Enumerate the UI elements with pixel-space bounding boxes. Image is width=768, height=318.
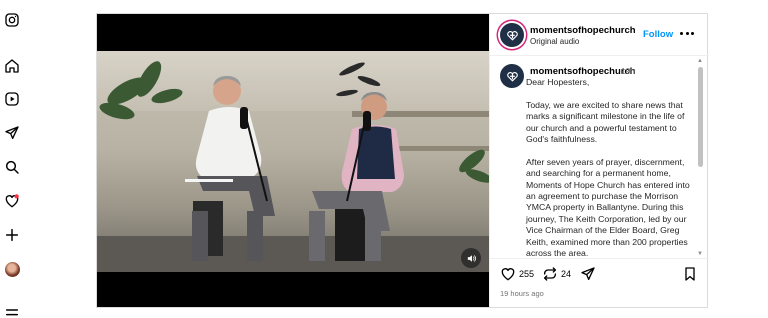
author-username[interactable]: momentsofhopechurch [530, 25, 636, 36]
scroll-down-arrow-icon[interactable]: ▼ [697, 251, 703, 257]
video-player[interactable] [97, 14, 489, 307]
repost-icon[interactable] [542, 266, 558, 282]
scroll-up-arrow-icon[interactable]: ▲ [697, 58, 703, 64]
left-nav [0, 0, 26, 318]
post-age[interactable]: 19h [621, 66, 635, 76]
profile-avatar-image [4, 261, 20, 277]
follow-button[interactable]: Follow [643, 29, 673, 40]
save-icon[interactable] [682, 266, 698, 282]
menu-icon[interactable] [3, 303, 21, 318]
create-icon[interactable] [3, 226, 21, 244]
notification-dot [14, 194, 19, 199]
search-icon[interactable] [3, 158, 21, 176]
like-icon[interactable] [500, 266, 516, 282]
caption-scrollbar[interactable]: ▲ ▼ [697, 58, 703, 257]
repost-count[interactable]: 24 [561, 269, 571, 279]
like-count[interactable]: 255 [519, 269, 534, 279]
instagram-icon[interactable] [3, 11, 21, 29]
share-icon[interactable] [580, 266, 596, 282]
speaker-icon [467, 254, 476, 262]
mute-toggle-button[interactable] [461, 248, 481, 268]
more-options-icon[interactable] [680, 27, 694, 39]
post-actions: 255 24 19 hours ago [490, 258, 709, 307]
audio-label[interactable]: Original audio [530, 37, 579, 46]
post-timestamp[interactable]: 19 hours ago [500, 289, 544, 298]
home-icon[interactable] [3, 57, 21, 75]
post-header: momentsofhopechurch Original audio Follo… [490, 14, 709, 56]
caption-author-avatar[interactable] [500, 64, 524, 88]
interview-scene-illustration [97, 61, 489, 272]
post-card: momentsofhopechurch Original audio Follo… [96, 13, 709, 308]
reels-icon[interactable] [3, 90, 21, 108]
post-side-panel: momentsofhopechurch Original audio Follo… [489, 14, 709, 307]
instagram-post-page: momentsofhopechurch Original audio Follo… [0, 0, 768, 318]
notifications-icon[interactable] [3, 192, 21, 210]
scrollbar-thumb[interactable] [697, 67, 703, 167]
video-frame [97, 51, 489, 272]
caption-paragraph: After seven years of prayer, discernment… [526, 156, 690, 258]
caption-area: momentsofhopechurch 19h Dear Hopesters, … [490, 57, 709, 258]
author-avatar[interactable] [500, 23, 524, 47]
caption-author-username[interactable]: momentsofhopechurch [530, 66, 636, 77]
caption-text: Dear Hopesters, Today, we are excited to… [526, 77, 694, 258]
caption-paragraph: Dear Hopesters, [526, 77, 590, 87]
caption-paragraph: Today, we are excited to share news that… [526, 99, 685, 145]
messages-icon[interactable] [3, 124, 21, 142]
church-logo-icon [506, 71, 518, 81]
profile-avatar[interactable] [3, 260, 21, 278]
church-logo-icon [506, 30, 518, 40]
